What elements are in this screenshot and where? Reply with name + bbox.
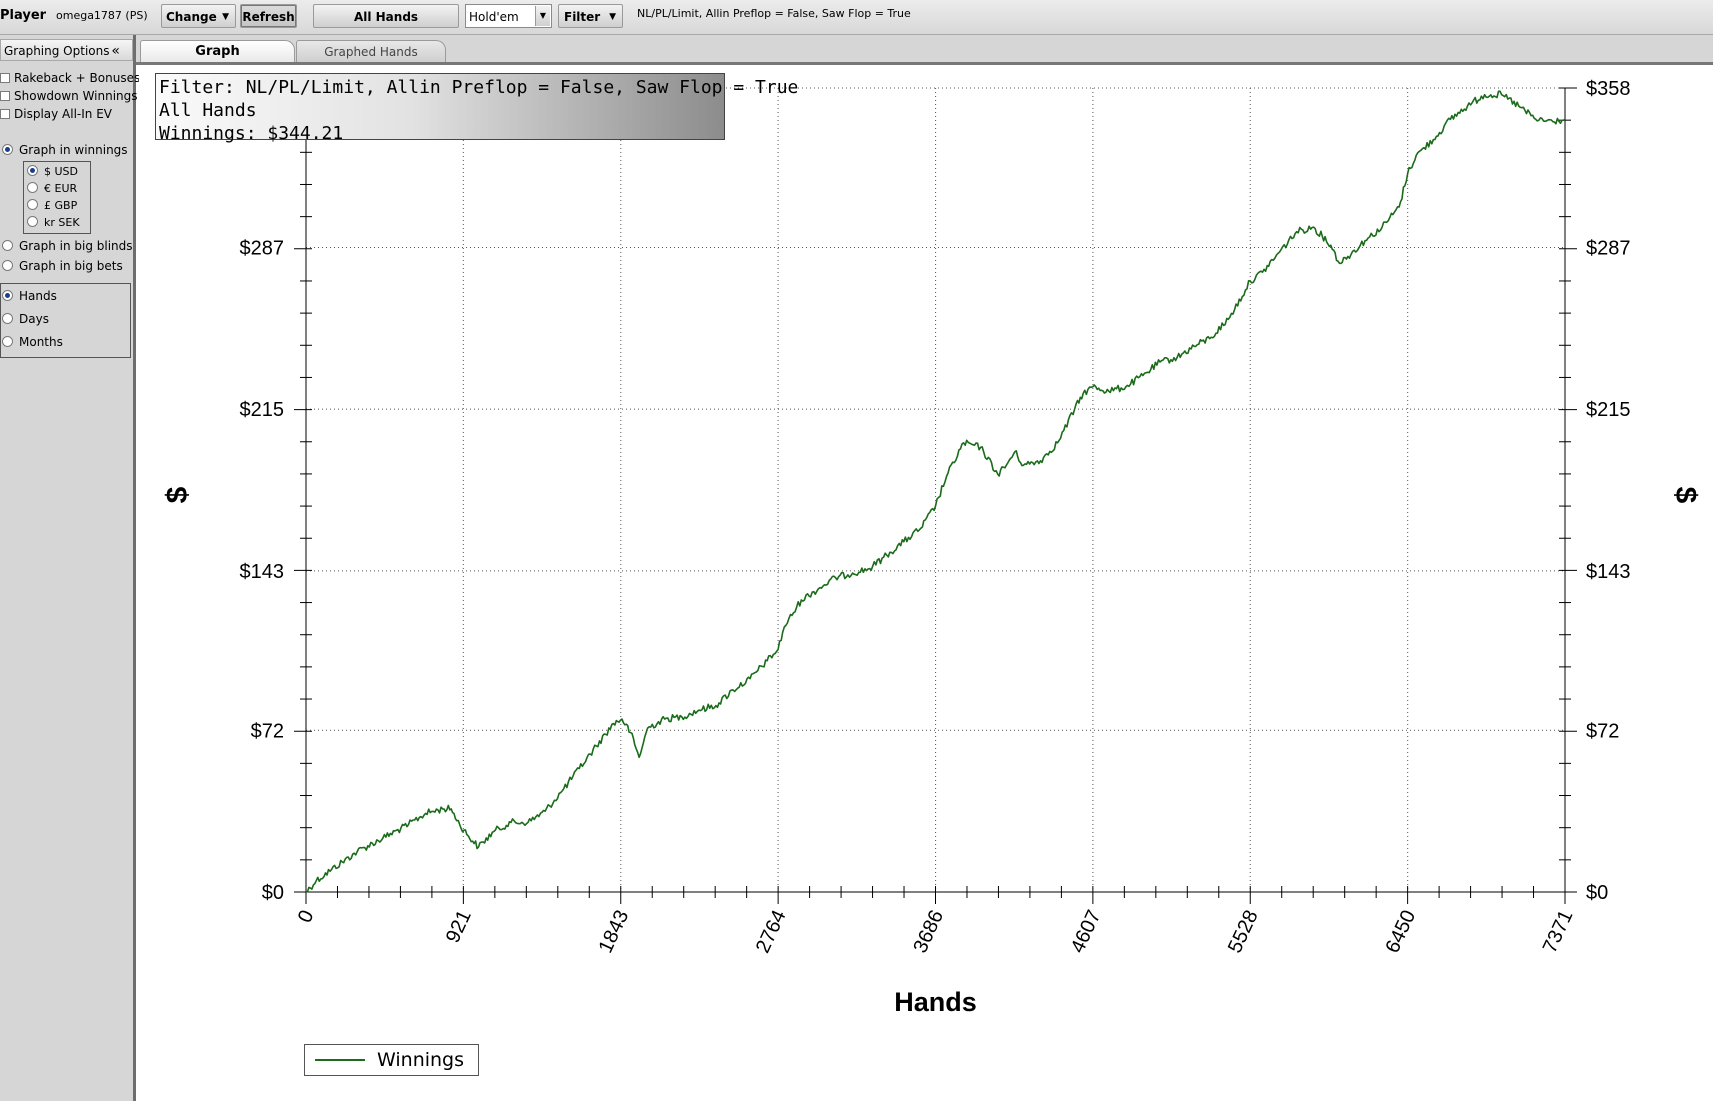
- x-tick-label: 3686: [909, 907, 948, 957]
- tab-graphed-hands[interactable]: Graphed Hands: [296, 40, 446, 62]
- radio-icon[interactable]: [27, 182, 38, 193]
- x-tick-label: 1843: [595, 907, 634, 957]
- player-label: Player: [0, 8, 47, 23]
- radio-icon[interactable]: [27, 199, 38, 210]
- y-tick-label-right: $143: [1586, 561, 1631, 583]
- graph-in-winnings-radio[interactable]: Graph in winnings: [2, 142, 128, 158]
- filter-label: Filter: [564, 10, 601, 24]
- filter-button[interactable]: Filter ▼: [558, 4, 623, 28]
- y-tick-label-right: $215: [1586, 399, 1631, 421]
- currency-eur-radio[interactable]: € EUR: [27, 181, 77, 197]
- info-winnings-line: Winnings: $344.21: [159, 123, 344, 144]
- x-tick-label: 2764: [752, 907, 791, 957]
- checkbox-icon[interactable]: [0, 91, 10, 101]
- currency-gbp-radio[interactable]: £ GBP: [27, 198, 77, 214]
- x-tick-label: 921: [442, 907, 476, 947]
- y-tick-label-left: $287: [240, 237, 285, 259]
- x-mode-months-radio[interactable]: Months: [2, 334, 63, 350]
- rakeback-checkbox[interactable]: Rakeback + Bonuses: [0, 70, 140, 86]
- rakeback-label: Rakeback + Bonuses: [14, 71, 141, 85]
- legend-swatch: [315, 1059, 365, 1061]
- y-tick-label-right: $358: [1586, 78, 1631, 100]
- y-axis-label-right: $: [1669, 487, 1702, 504]
- y-tick-label-left: $72: [251, 720, 284, 742]
- currency-usd-radio[interactable]: $ USD: [27, 164, 78, 180]
- currency-sek-radio[interactable]: kr SEK: [27, 215, 80, 231]
- change-label: Change: [166, 10, 217, 24]
- chart-area: $0 $0 $72 $72 $143 $143 $215 $215 $287 $287 $358 $3…: [139, 65, 1713, 1101]
- radio-icon[interactable]: [2, 336, 13, 347]
- radio-selected-icon[interactable]: [2, 290, 13, 301]
- game-select-value: Hold'em: [469, 10, 519, 24]
- toolbar: Player omega1787 (PS) Change ▼ Refresh A…: [0, 0, 1713, 35]
- showdown-winnings-checkbox[interactable]: Showdown Winnings: [0, 88, 138, 104]
- x-mode-days-radio[interactable]: Days: [2, 311, 49, 327]
- currency-sek-label: kr SEK: [44, 216, 80, 229]
- graph-in-big-bets-label: Graph in big bets: [19, 259, 123, 273]
- graph-in-big-blinds-label: Graph in big blinds: [19, 239, 133, 253]
- radio-icon[interactable]: [2, 240, 13, 251]
- y-tick-label-right: $0: [1586, 882, 1608, 904]
- x-tick-label: 7371: [1539, 907, 1578, 957]
- x-mode-months-label: Months: [19, 335, 63, 349]
- checkbox-icon[interactable]: [0, 109, 10, 119]
- chart-legend: Winnings: [304, 1044, 479, 1076]
- refresh-button[interactable]: Refresh: [240, 4, 297, 28]
- collapse-icon[interactable]: «: [111, 40, 120, 62]
- y-tick-label-right: $72: [1586, 720, 1619, 742]
- filter-info-box: Filter: NL/PL/Limit, Allin Preflop = Fal…: [155, 73, 799, 144]
- currency-usd-label: $ USD: [44, 165, 78, 178]
- game-select[interactable]: Hold'em ▼: [465, 4, 552, 28]
- winnings-chart: $0 $0 $72 $72 $143 $143 $215 $215 $287 $287 $358 $3…: [161, 78, 1702, 1017]
- chevron-down-icon: ▼: [222, 12, 229, 22]
- chevron-down-icon: ▼: [609, 12, 616, 22]
- x-axis-label: Hands: [894, 987, 977, 1017]
- y-tick-label-left: $0: [262, 882, 284, 904]
- legend-label: Winnings: [377, 1049, 465, 1071]
- change-button[interactable]: Change ▼: [161, 4, 236, 28]
- currency-gbp-label: £ GBP: [44, 199, 78, 212]
- x-mode-hands-radio[interactable]: Hands: [2, 288, 57, 304]
- x-tick-label: 6450: [1381, 907, 1420, 957]
- graph-in-big-bets-radio[interactable]: Graph in big bets: [2, 258, 123, 274]
- x-tick-label: 0: [294, 907, 319, 926]
- graphing-options-title: Graphing Options: [4, 44, 110, 58]
- info-filter-line: Filter: NL/PL/Limit, Allin Preflop = Fal…: [159, 77, 799, 98]
- tab-graph[interactable]: Graph: [140, 40, 295, 62]
- winnings-series-line: [305, 90, 1566, 893]
- showdown-winnings-label: Showdown Winnings: [14, 89, 138, 103]
- x-mode-hands-label: Hands: [19, 289, 57, 303]
- radio-icon[interactable]: [27, 216, 38, 227]
- graphing-options-header: Graphing Options «: [0, 39, 133, 61]
- display-allin-ev-label: Display All-In EV: [14, 107, 113, 121]
- active-filter-text: NL/PL/Limit, Allin Preflop = False, Saw …: [637, 7, 911, 20]
- graph-in-winnings-label: Graph in winnings: [19, 143, 128, 157]
- radio-selected-icon[interactable]: [27, 165, 38, 176]
- y-tick-label-left: $143: [240, 561, 285, 583]
- player-name: omega1787 (PS): [56, 9, 148, 22]
- currency-eur-label: € EUR: [44, 182, 78, 195]
- display-allin-ev-checkbox[interactable]: Display All-In EV: [0, 106, 112, 122]
- x-mode-days-label: Days: [19, 312, 49, 326]
- graphing-options-panel: Graphing Options « Rakeback + Bonuses Sh…: [0, 35, 140, 1101]
- graph-in-big-blinds-radio[interactable]: Graph in big blinds: [2, 238, 133, 254]
- y-axis-label-left: $: [161, 486, 194, 503]
- x-tick-label: 4607: [1067, 907, 1106, 957]
- radio-selected-icon[interactable]: [2, 144, 13, 155]
- checkbox-icon[interactable]: [0, 73, 10, 83]
- radio-icon[interactable]: [2, 313, 13, 324]
- y-tick-label-right: $287: [1586, 237, 1631, 259]
- all-hands-button[interactable]: All Hands: [313, 4, 459, 28]
- chevron-down-icon[interactable]: ▼: [535, 6, 550, 26]
- tab-bar: Graph Graphed Hands: [136, 35, 1713, 65]
- radio-icon[interactable]: [2, 260, 13, 271]
- y-tick-label-left: $215: [240, 399, 285, 421]
- info-hands-line: All Hands: [159, 100, 257, 121]
- x-tick-label: 5528: [1224, 907, 1263, 957]
